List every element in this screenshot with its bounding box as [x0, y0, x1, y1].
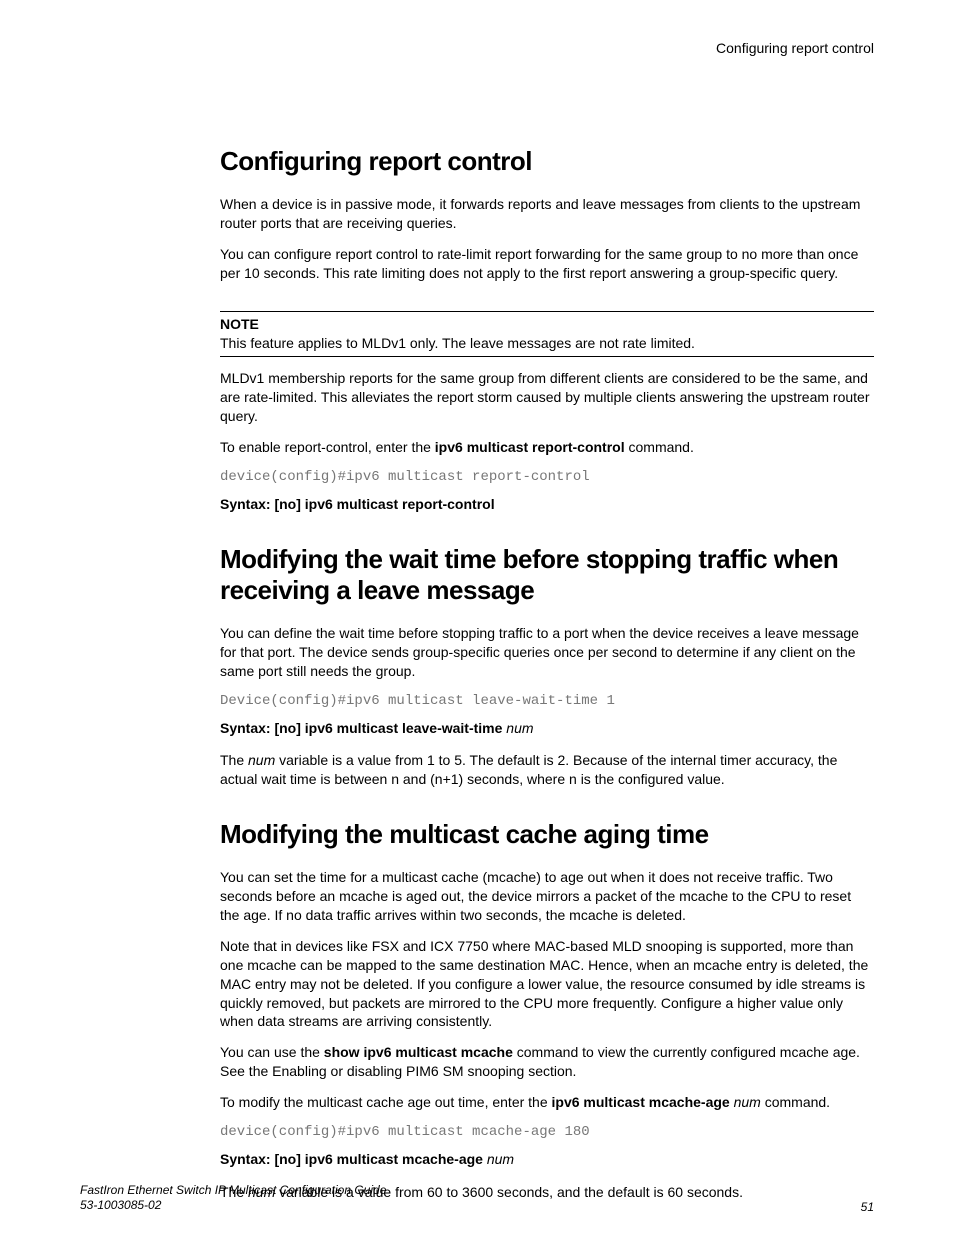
footer-docnum: 53-1003085-02: [80, 1198, 386, 1214]
text-fragment: To enable report-control, enter the: [220, 439, 435, 455]
footer-page-number: 51: [861, 1200, 874, 1214]
note-body: This feature applies to MLDv1 only. The …: [220, 334, 874, 353]
syntax-line: Syntax: [no] ipv6 multicast report-contr…: [220, 495, 874, 514]
syntax-line: Syntax: [no] ipv6 multicast leave-wait-t…: [220, 719, 874, 738]
text-fragment: The: [220, 752, 248, 768]
code-block: device(config)#ipv6 multicast mcache-age…: [220, 1124, 874, 1140]
body-text: You can define the wait time before stop…: [220, 624, 874, 681]
heading-wait-time: Modifying the wait time before stopping …: [220, 544, 874, 606]
syntax-line: Syntax: [no] ipv6 multicast mcache-age n…: [220, 1150, 874, 1169]
body-text: You can set the time for a multicast cac…: [220, 868, 874, 925]
document-page: Configuring report control Configuring r…: [0, 0, 954, 1244]
body-text: You can configure report control to rate…: [220, 245, 874, 283]
note-rule-bottom: [220, 356, 874, 357]
body-text: You can use the show ipv6 multicast mcac…: [220, 1043, 874, 1081]
code-block: Device(config)#ipv6 multicast leave-wait…: [220, 693, 874, 709]
inline-command: ipv6 multicast mcache-age: [552, 1094, 730, 1110]
inline-command: ipv6 multicast report-control: [435, 439, 625, 455]
text-fragment: command.: [625, 439, 694, 455]
note-label: NOTE: [220, 316, 874, 332]
heading-mcache-age: Modifying the multicast cache aging time: [220, 819, 874, 850]
footer-title: FastIron Ethernet Switch IP Multicast Co…: [80, 1183, 386, 1199]
text-fragment: command.: [761, 1094, 830, 1110]
note-rule-top: [220, 311, 874, 312]
page-content: Configuring report control When a device…: [80, 146, 874, 1202]
inline-italic: num: [734, 1094, 761, 1110]
body-text: To modify the multicast cache age out ti…: [220, 1093, 874, 1112]
inline-command: show ipv6 multicast mcache: [324, 1044, 513, 1060]
syntax-italic: num: [487, 1151, 514, 1167]
syntax-bold: Syntax: [no] ipv6 multicast mcache-age: [220, 1151, 487, 1167]
text-fragment: variable is a value from 1 to 5. The def…: [220, 752, 837, 787]
body-text: To enable report-control, enter the ipv6…: [220, 438, 874, 457]
body-text: The num variable is a value from 1 to 5.…: [220, 751, 874, 789]
footer-left: FastIron Ethernet Switch IP Multicast Co…: [80, 1183, 386, 1214]
inline-italic: num: [248, 752, 275, 768]
text-fragment: To modify the multicast cache age out ti…: [220, 1094, 552, 1110]
body-text: MLDv1 membership reports for the same gr…: [220, 369, 874, 426]
text-fragment: You can use the: [220, 1044, 324, 1060]
page-header-right: Configuring report control: [80, 40, 874, 56]
code-block: device(config)#ipv6 multicast report-con…: [220, 469, 874, 485]
heading-report-control: Configuring report control: [220, 146, 874, 177]
body-text: Note that in devices like FSX and ICX 77…: [220, 937, 874, 1031]
syntax-bold: Syntax: [no] ipv6 multicast leave-wait-t…: [220, 720, 506, 736]
body-text: When a device is in passive mode, it for…: [220, 195, 874, 233]
syntax-italic: num: [506, 720, 533, 736]
page-footer: FastIron Ethernet Switch IP Multicast Co…: [80, 1183, 874, 1214]
